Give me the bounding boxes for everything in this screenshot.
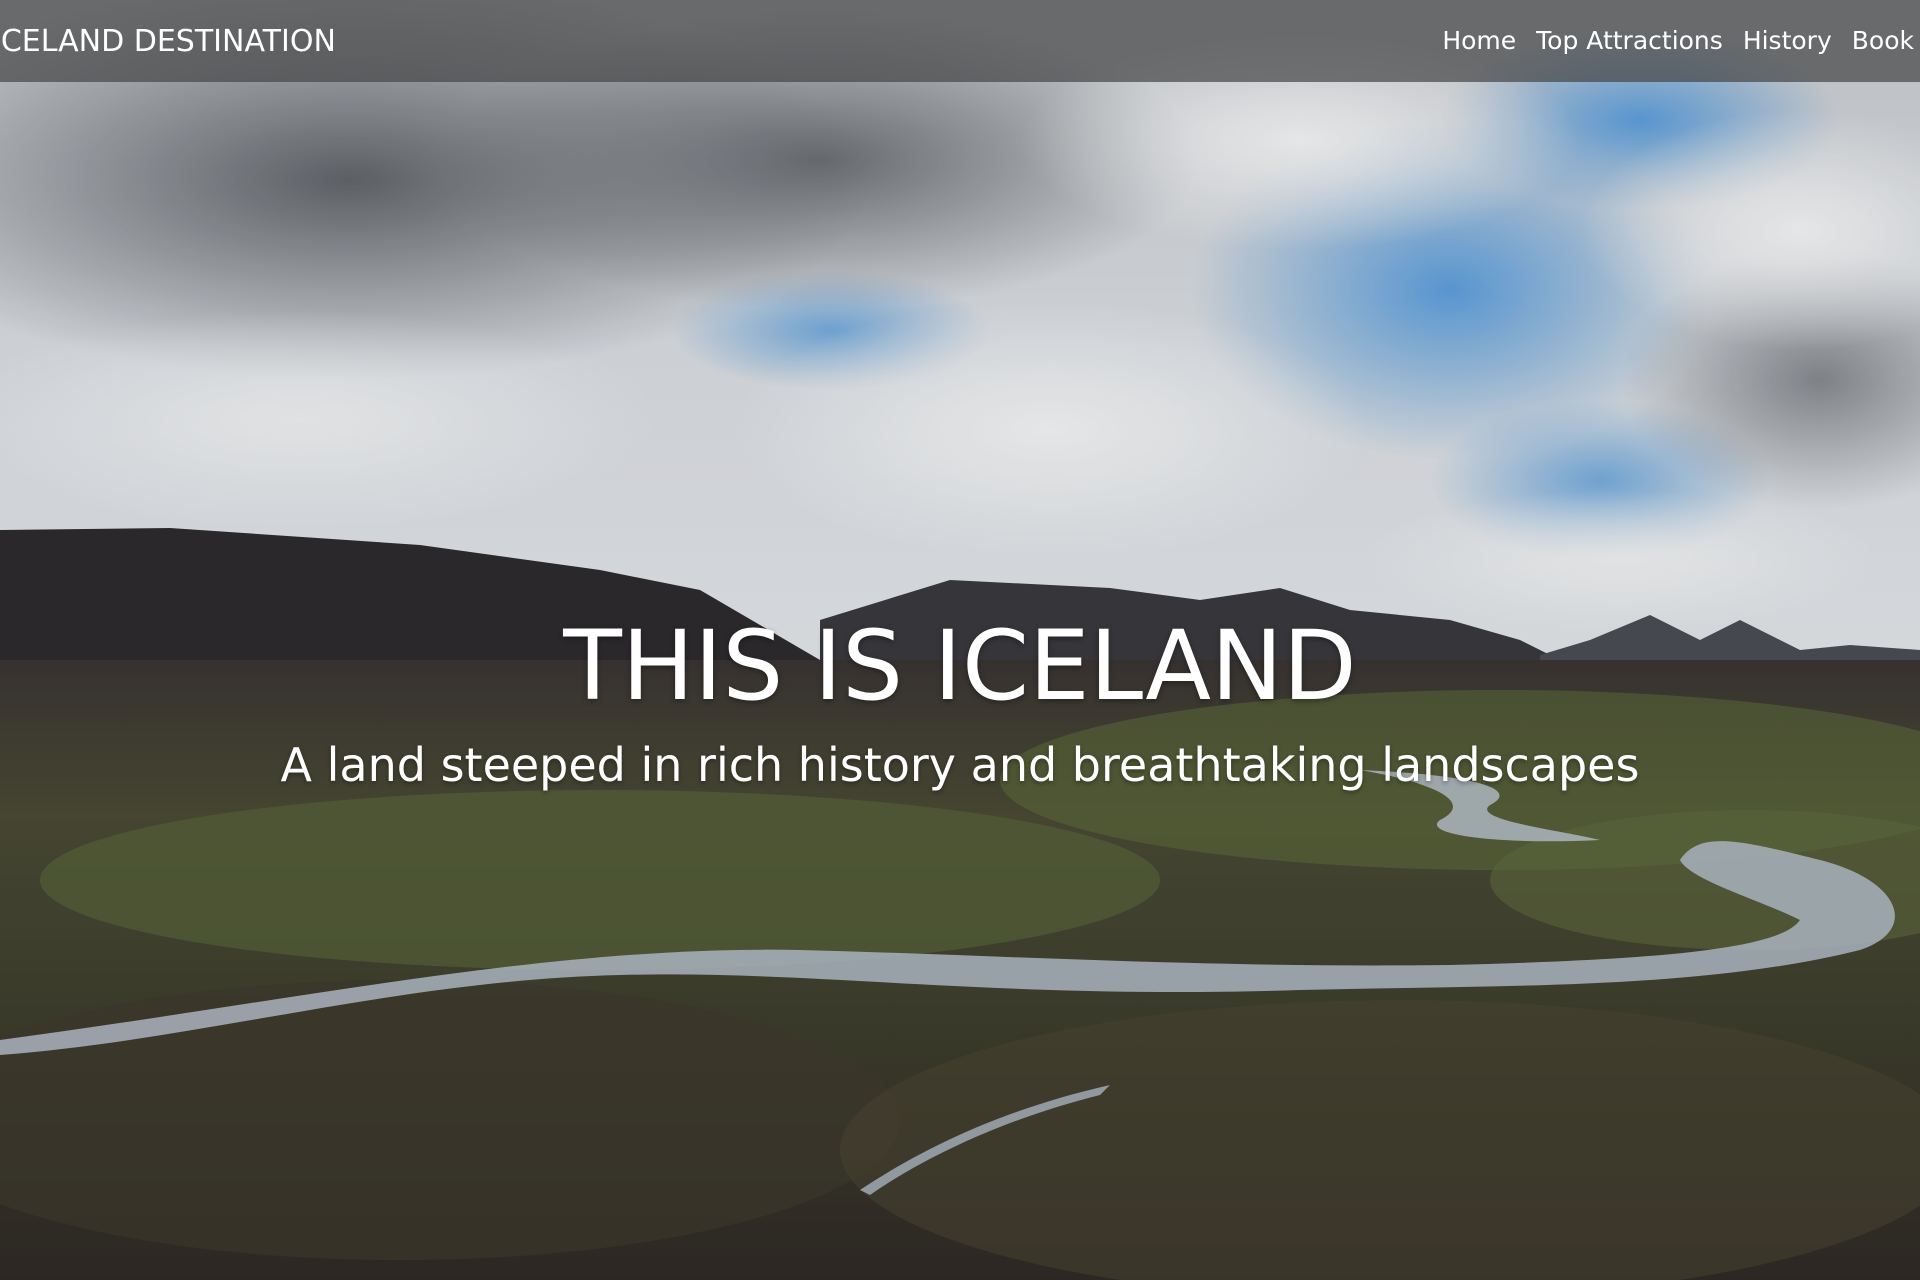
site-brand-link[interactable]: ICELAND DESTINATION (0, 0, 336, 82)
nav-link-top-attractions[interactable]: Top Attractions (1536, 0, 1723, 83)
hero-title: THIS IS ICELAND (563, 610, 1357, 722)
nav-link-history[interactable]: History (1743, 0, 1832, 83)
nav-link-book[interactable]: Book (1852, 0, 1914, 83)
page: ICELAND DESTINATION Home Top Attractions… (0, 0, 1920, 1280)
top-navbar: ICELAND DESTINATION Home Top Attractions… (0, 0, 1920, 82)
nav-link-home[interactable]: Home (1442, 0, 1516, 83)
nav-links: Home Top Attractions History Book (1442, 0, 1920, 82)
hero-subtitle: A land steeped in rich history and breat… (280, 738, 1640, 792)
